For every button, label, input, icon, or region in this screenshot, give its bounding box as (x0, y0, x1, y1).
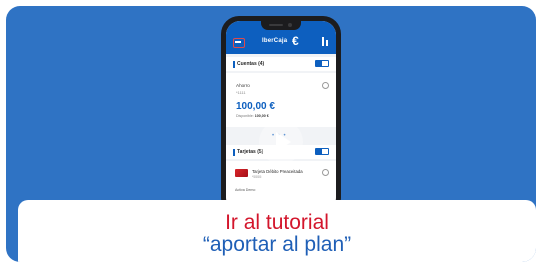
view-toggle-icon (315, 60, 329, 67)
tutorial-subtitle: “aportar al plan” (202, 233, 352, 256)
brand-name: IberCaja (262, 38, 288, 44)
phone-notch (261, 21, 301, 30)
card-status: Activa Demo (235, 188, 256, 192)
accounts-section-header: Cuentas (4) (226, 57, 336, 71)
card-name: Tarjeta Débito Preaceitada (252, 169, 303, 174)
euro-logo-icon: € (292, 34, 299, 48)
available-label: Disponible: (236, 114, 254, 118)
phone-mockup: IberCaja € Cuentas (4) Ahorro *1111 100,… (221, 16, 341, 216)
credit-card-icon (235, 169, 248, 177)
video-card[interactable]: IberCaja € Cuentas (4) Ahorro *1111 100,… (6, 6, 536, 262)
account-card: Ahorro *1111 100,00 € Disponible: 100,00… (226, 73, 336, 127)
play-button[interactable] (259, 120, 303, 164)
available-value: 100,00 € (254, 114, 269, 118)
account-available: Disponible: 100,00 € (236, 114, 269, 118)
card-number: *5555 (252, 175, 262, 179)
account-name: Ahorro (236, 83, 250, 88)
view-toggle-icon (315, 148, 329, 155)
info-icon (322, 82, 329, 89)
settings-icon (322, 37, 330, 46)
tutorial-link[interactable]: Ir al tutorial “aportar al plan” (18, 200, 536, 262)
cards-section-title: Tarjetas (5) (237, 149, 264, 155)
inbox-icon (233, 38, 245, 48)
info-icon (322, 169, 329, 176)
tutorial-title: Ir al tutorial (225, 211, 329, 234)
account-number: *1111 (236, 90, 246, 95)
account-amount: 100,00 € (236, 101, 275, 112)
phone-screen: IberCaja € Cuentas (4) Ahorro *1111 100,… (226, 21, 336, 211)
accounts-section-title: Cuentas (4) (237, 61, 265, 67)
